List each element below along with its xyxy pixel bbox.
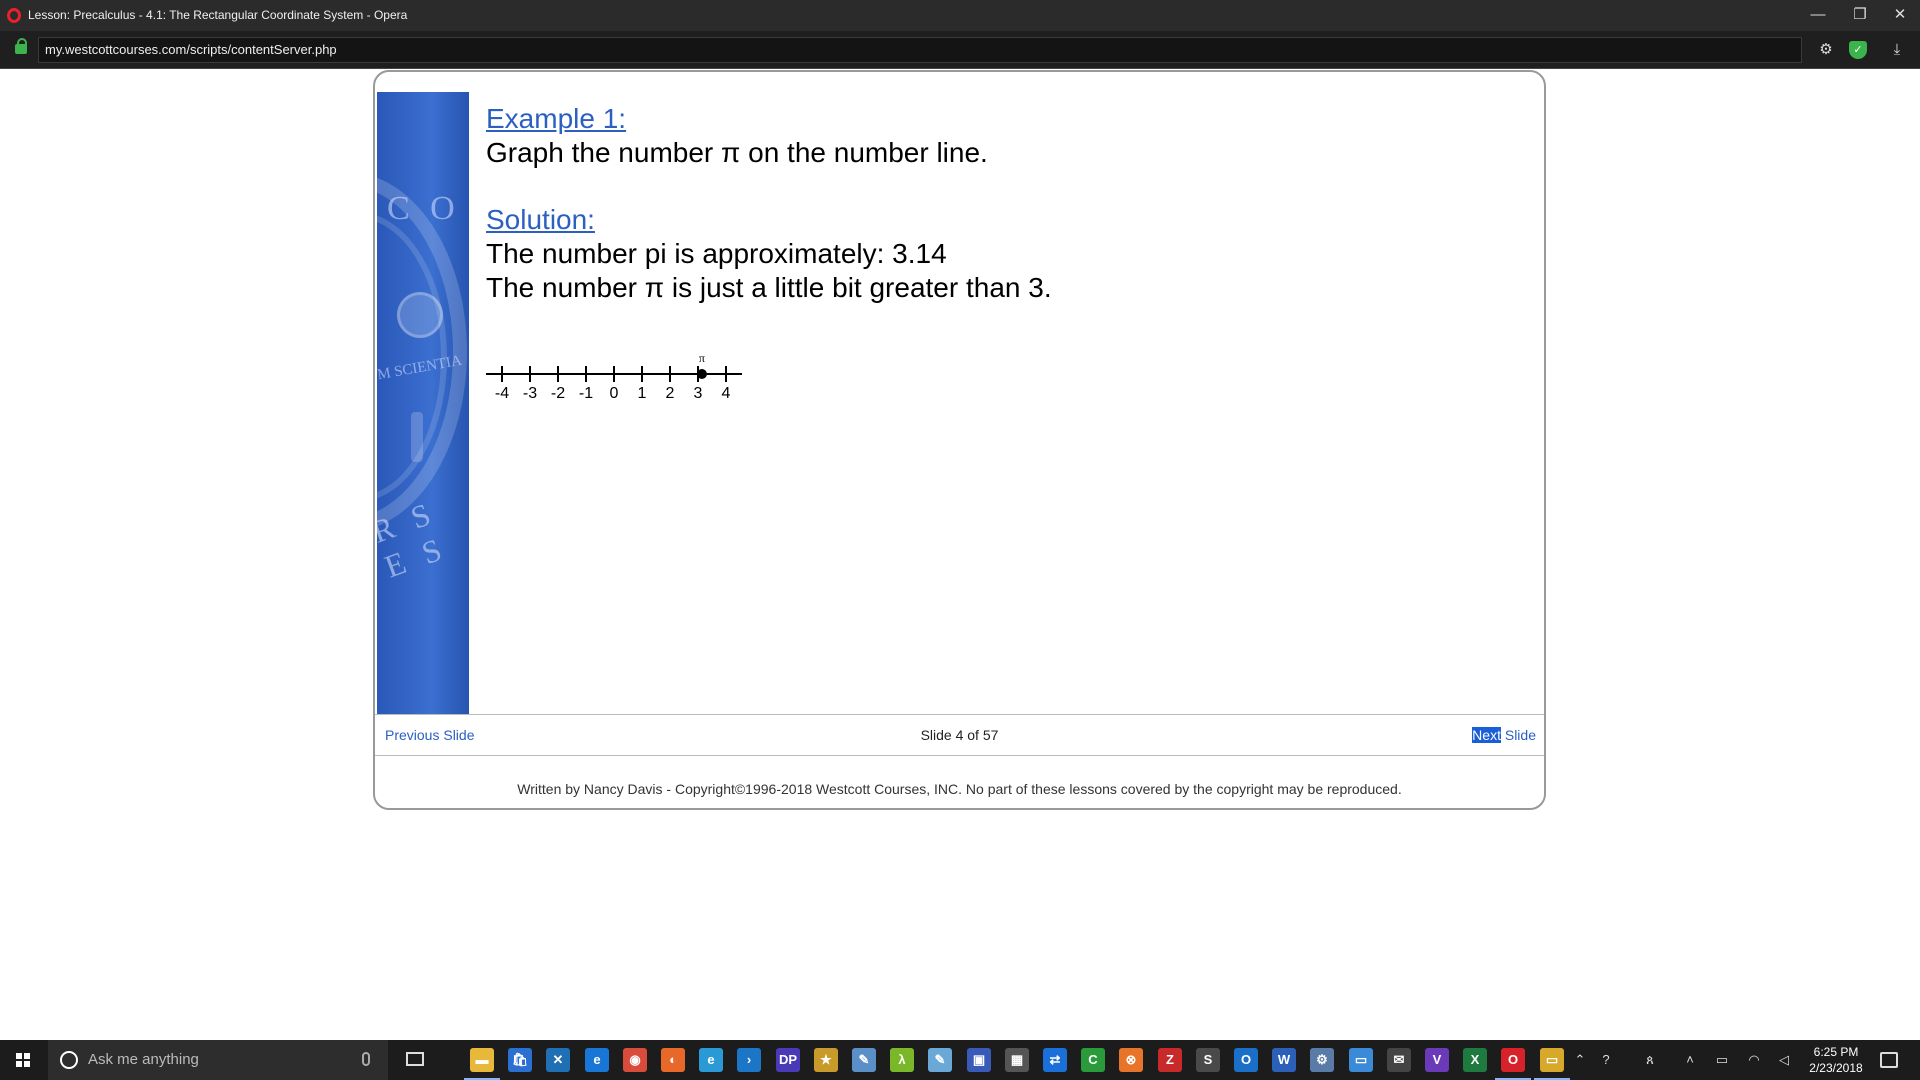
people-icon[interactable]: ጰ [1642, 1052, 1658, 1068]
mail-icon[interactable]: ✉ [1387, 1048, 1411, 1072]
solution-line-1: The number pi is approximately: 3.14 [486, 238, 947, 269]
search-placeholder: Ask me anything [88, 1051, 199, 1068]
pi-point [696, 369, 707, 379]
lock-icon[interactable] [15, 38, 27, 54]
powershell-icon[interactable]: › [737, 1048, 761, 1072]
close-button[interactable]: ✕ [1882, 4, 1918, 26]
slideshow-icon[interactable]: ▭ [1534, 1048, 1570, 1080]
wifi-icon[interactable]: ◠ [1746, 1052, 1762, 1068]
clock-date: 2/23/2018 [1809, 1061, 1863, 1075]
volume-icon[interactable]: ◁ [1776, 1052, 1792, 1068]
task-view-icon[interactable] [406, 1052, 424, 1066]
calculator-icon[interactable]: ▦ [1005, 1048, 1029, 1072]
lesson-frame: C O M SCIENTIA R S E S Example 1: Graph … [373, 70, 1546, 810]
pi-point-label: π [699, 351, 705, 365]
number-line-tick-label: 1 [638, 385, 647, 402]
sublime-icon[interactable]: S [1196, 1048, 1220, 1072]
solution-heading: Solution: [486, 204, 595, 235]
store-icon[interactable]: 🛍 [508, 1048, 532, 1072]
taskbar: Ask me anything ▬ 🛍 ✕ e ◉ ◐ e › DP ★ ✎ λ ✎ ▣ ▦ ⇄ C ⊗ Z S O W ⚙… [0, 1040, 1920, 1080]
help-icon[interactable]: ? [1598, 1052, 1614, 1068]
number-line-tick-label: -3 [523, 385, 537, 402]
solution-line-2: The number π is just a little bit greate… [486, 272, 1052, 303]
restore-button[interactable]: ❐ [1842, 4, 1878, 26]
copyright-footer: Written by Nancy Davis - Copyright©1996-… [517, 781, 1402, 797]
star-icon[interactable]: ★ [814, 1048, 838, 1072]
microphone-icon[interactable] [362, 1052, 370, 1066]
excel-icon[interactable]: X [1463, 1048, 1487, 1072]
xampp-icon[interactable]: ⊗ [1119, 1048, 1143, 1072]
next-highlight: Next [1472, 727, 1501, 743]
chrome-icon[interactable]: ◉ [623, 1048, 647, 1072]
slide-content: Example 1: Graph the number π on the num… [486, 102, 1052, 305]
globe-icon [397, 292, 443, 338]
window-titlebar: Lesson: Precalculus - 4.1: The Rectangul… [0, 0, 1920, 31]
show-hidden-icons-icon[interactable]: ˄ [1682, 1052, 1698, 1068]
example-heading: Example 1: [486, 103, 627, 134]
example-text: Graph the number π on the number line. [486, 137, 988, 168]
opera-icon[interactable]: O [1495, 1048, 1531, 1080]
visual-studio-icon[interactable]: V [1425, 1048, 1449, 1072]
minimize-button[interactable]: — [1800, 4, 1836, 26]
window-title: Lesson: Precalculus - 4.1: The Rectangul… [28, 8, 408, 22]
slide-banner-seal: C O M SCIENTIA R S E S [377, 92, 469, 714]
word-icon[interactable]: W [1272, 1048, 1296, 1072]
teamviewer-icon[interactable]: ⇄ [1043, 1048, 1067, 1072]
settings-app-icon[interactable]: ⚙ [1310, 1048, 1334, 1072]
edge-icon[interactable]: e [585, 1048, 609, 1072]
ie-icon[interactable]: e [699, 1048, 723, 1072]
number-line-tick-label: -4 [495, 385, 509, 402]
firefox-icon[interactable]: ◐ [661, 1048, 685, 1072]
filezilla-icon[interactable]: Z [1158, 1048, 1182, 1072]
download-icon[interactable]: ⤓ [1888, 41, 1906, 59]
number-line-tick-label: -2 [551, 385, 565, 402]
url-field[interactable]: my.westcottcourses.com/scripts/contentSe… [38, 37, 1802, 63]
outlook-icon[interactable]: O [1234, 1048, 1258, 1072]
battery-icon[interactable]: ▭ [1714, 1052, 1730, 1068]
clock-time: 6:25 PM [1813, 1045, 1859, 1059]
paint-icon[interactable]: ✎ [852, 1048, 876, 1072]
dp-icon[interactable]: DP [776, 1048, 800, 1072]
start-button[interactable] [0, 1040, 46, 1080]
slide-counter: Slide 4 of 57 [920, 727, 999, 743]
camtasia-icon[interactable]: C [1081, 1048, 1105, 1072]
number-line-tick-label: 2 [666, 385, 675, 402]
number-line-tick-label: 3 [694, 385, 703, 402]
vpn-shield-icon[interactable]: ✓ [1849, 41, 1867, 59]
opera-logo-icon [7, 8, 21, 23]
tool-icon[interactable]: ✕ [546, 1048, 570, 1072]
remote-icon[interactable]: ▭ [1349, 1048, 1373, 1072]
notepad-icon[interactable]: ✎ [928, 1048, 952, 1072]
number-line-tick-label: 0 [610, 385, 619, 402]
file-explorer-icon[interactable]: ▬ [464, 1048, 500, 1080]
number-line-tick-label: 4 [722, 385, 731, 402]
next-slide-link[interactable]: Next Slide [1472, 727, 1536, 743]
media-icon[interactable]: ▣ [967, 1048, 991, 1072]
lambda-icon[interactable]: λ [890, 1048, 914, 1072]
action-center-icon[interactable] [1880, 1052, 1898, 1068]
number-line: -4 -3 -2 -1 0 1 2 3 4 π [486, 351, 742, 402]
number-line-tick-label: -1 [579, 385, 593, 402]
windows-logo-icon [16, 1053, 30, 1067]
taskbar-search[interactable]: Ask me anything [48, 1040, 388, 1080]
address-bar: my.westcottcourses.com/scripts/contentSe… [0, 31, 1920, 69]
cortana-icon [60, 1051, 78, 1069]
next-rest: Slide [1500, 727, 1536, 743]
seal-text-co: C O [387, 190, 461, 227]
torch-icon [411, 412, 423, 462]
slide-navigation: Previous Slide Slide 4 of 57 Next Slide [375, 714, 1544, 756]
settings-gear-icon[interactable]: ⚙ [1817, 41, 1835, 59]
taskbar-clock[interactable]: 6:25 PM 2/23/2018 [1796, 1044, 1876, 1076]
tray-chevron-icon[interactable]: ⌃ [1572, 1052, 1588, 1068]
